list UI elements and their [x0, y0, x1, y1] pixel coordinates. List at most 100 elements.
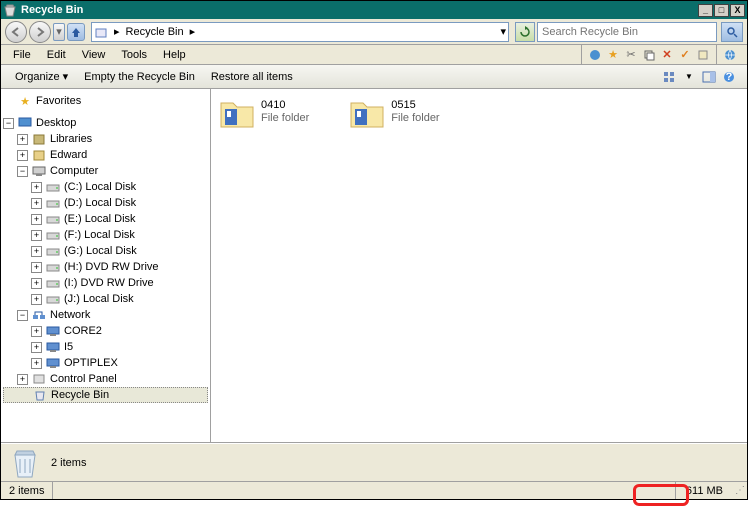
item-type: File folder [391, 112, 439, 125]
expand-icon[interactable]: + [31, 278, 42, 289]
expand-icon[interactable]: + [31, 262, 42, 273]
dropdown-icon[interactable]: ▾ [500, 25, 506, 38]
expand-icon[interactable]: + [31, 198, 42, 209]
status-count: 2 items [1, 482, 53, 499]
drive-icon [45, 276, 61, 290]
menu-view[interactable]: View [74, 47, 114, 63]
svg-text:?: ? [726, 71, 733, 83]
expand-icon[interactable]: + [17, 150, 28, 161]
resize-grip[interactable]: ⋰ [733, 485, 747, 496]
properties-icon[interactable] [696, 48, 710, 62]
tree-network-node[interactable]: +OPTIPLEX [3, 355, 208, 371]
tree-drive[interactable]: +(I:) DVD RW Drive [3, 275, 208, 291]
drive-icon [45, 212, 61, 226]
menu-tools[interactable]: Tools [113, 47, 155, 63]
breadcrumb[interactable]: ▸ Recycle Bin ▸ [112, 25, 197, 38]
history-dropdown[interactable]: ▾ [53, 23, 65, 41]
tree-recycle-bin[interactable]: Recycle Bin [3, 387, 208, 403]
collapse-icon[interactable]: − [3, 118, 14, 129]
copy-icon[interactable] [642, 48, 656, 62]
world-icon[interactable] [723, 48, 737, 62]
tree-drive[interactable]: +(G:) Local Disk [3, 243, 208, 259]
back-button[interactable] [5, 21, 27, 43]
tree-drive[interactable]: +(F:) Local Disk [3, 227, 208, 243]
item-type: File folder [261, 112, 309, 125]
empty-recycle-bin-button[interactable]: Empty the Recycle Bin [76, 69, 203, 85]
recycle-bin-icon [94, 25, 108, 39]
window-controls: _ □ X [698, 4, 745, 17]
item-name: 0410 [261, 99, 309, 112]
preview-pane-icon[interactable] [701, 69, 717, 85]
address-bar[interactable]: ▸ Recycle Bin ▸ ▾ [91, 22, 509, 42]
chevron-down-icon[interactable]: ▼ [681, 69, 697, 85]
menu-help[interactable]: Help [155, 47, 194, 63]
delete-icon[interactable]: ✕ [660, 48, 674, 62]
list-item[interactable]: 0410 File folder [219, 99, 309, 129]
minimize-button[interactable]: _ [698, 4, 713, 17]
expand-icon[interactable]: + [31, 294, 42, 305]
search-input[interactable] [538, 26, 716, 38]
drive-icon [45, 244, 61, 258]
tree-control-panel[interactable]: +Control Panel [3, 371, 208, 387]
tree-libraries[interactable]: +Libraries [3, 131, 208, 147]
tree-network[interactable]: −Network [3, 307, 208, 323]
tree-desktop[interactable]: −Desktop [3, 115, 208, 131]
tree-user[interactable]: +Edward [3, 147, 208, 163]
command-bar: Organize▾ Empty the Recycle Bin Restore … [1, 65, 747, 89]
expand-icon[interactable]: + [31, 358, 42, 369]
expand-icon[interactable]: + [31, 182, 42, 193]
folder-icon [349, 99, 385, 129]
file-list[interactable]: 0410 File folder 0515 File folder [211, 89, 747, 442]
expand-icon[interactable]: + [31, 214, 42, 225]
view-options-icon[interactable] [661, 69, 677, 85]
star-icon[interactable]: ★ [606, 48, 620, 62]
organize-button[interactable]: Organize▾ [7, 68, 76, 85]
collapse-icon[interactable]: − [17, 310, 28, 321]
item-text: 0410 File folder [261, 99, 309, 125]
expand-icon[interactable]: + [31, 230, 42, 241]
expand-icon[interactable]: + [31, 246, 42, 257]
star-icon: ★ [17, 94, 33, 108]
globe-icon[interactable] [588, 48, 602, 62]
tree-network-node[interactable]: +CORE2 [3, 323, 208, 339]
expand-icon[interactable]: + [31, 326, 42, 337]
breadcrumb-root[interactable]: Recycle Bin [124, 26, 186, 38]
toolbar-icons: ★ ✂ ✕ ✓ [581, 45, 716, 64]
drive-icon [45, 228, 61, 242]
drive-icon [45, 260, 61, 274]
maximize-button[interactable]: □ [714, 4, 729, 17]
user-icon [31, 148, 47, 162]
restore-all-button[interactable]: Restore all items [203, 69, 301, 85]
menu-bar: File Edit View Tools Help ★ ✂ ✕ ✓ [1, 45, 747, 65]
tree-drive[interactable]: +(H:) DVD RW Drive [3, 259, 208, 275]
expand-icon[interactable]: + [31, 342, 42, 353]
tree-drive[interactable]: +(C:) Local Disk [3, 179, 208, 195]
status-spacer [53, 482, 675, 499]
expand-icon[interactable]: + [17, 374, 28, 385]
title-bar[interactable]: Recycle Bin _ □ X [1, 1, 747, 19]
search-box[interactable] [537, 22, 717, 42]
cut-icon[interactable]: ✂ [624, 48, 638, 62]
tree-drive[interactable]: +(J:) Local Disk [3, 291, 208, 307]
refresh-button[interactable] [515, 22, 535, 42]
computer-icon [45, 340, 61, 354]
expand-icon[interactable]: + [17, 134, 28, 145]
tree-network-node[interactable]: +I5 [3, 339, 208, 355]
menu-edit[interactable]: Edit [39, 47, 74, 63]
collapse-icon[interactable]: − [17, 166, 28, 177]
tree-favorites[interactable]: ★Favorites [3, 93, 208, 109]
navigation-tree[interactable]: ★Favorites −Desktop +Libraries +Edward −… [1, 89, 211, 442]
menu-file[interactable]: File [5, 47, 39, 63]
help-icon[interactable]: ? [721, 69, 737, 85]
drive-icon [45, 180, 61, 194]
status-bar: 2 items 611 MB ⋰ [1, 481, 747, 499]
list-item[interactable]: 0515 File folder [349, 99, 439, 129]
search-button[interactable] [721, 22, 743, 42]
close-button[interactable]: X [730, 4, 745, 17]
check-icon[interactable]: ✓ [678, 48, 692, 62]
up-button[interactable] [67, 23, 85, 41]
tree-drive[interactable]: +(E:) Local Disk [3, 211, 208, 227]
tree-drive[interactable]: +(D:) Local Disk [3, 195, 208, 211]
forward-button[interactable] [29, 21, 51, 43]
tree-computer[interactable]: −Computer [3, 163, 208, 179]
